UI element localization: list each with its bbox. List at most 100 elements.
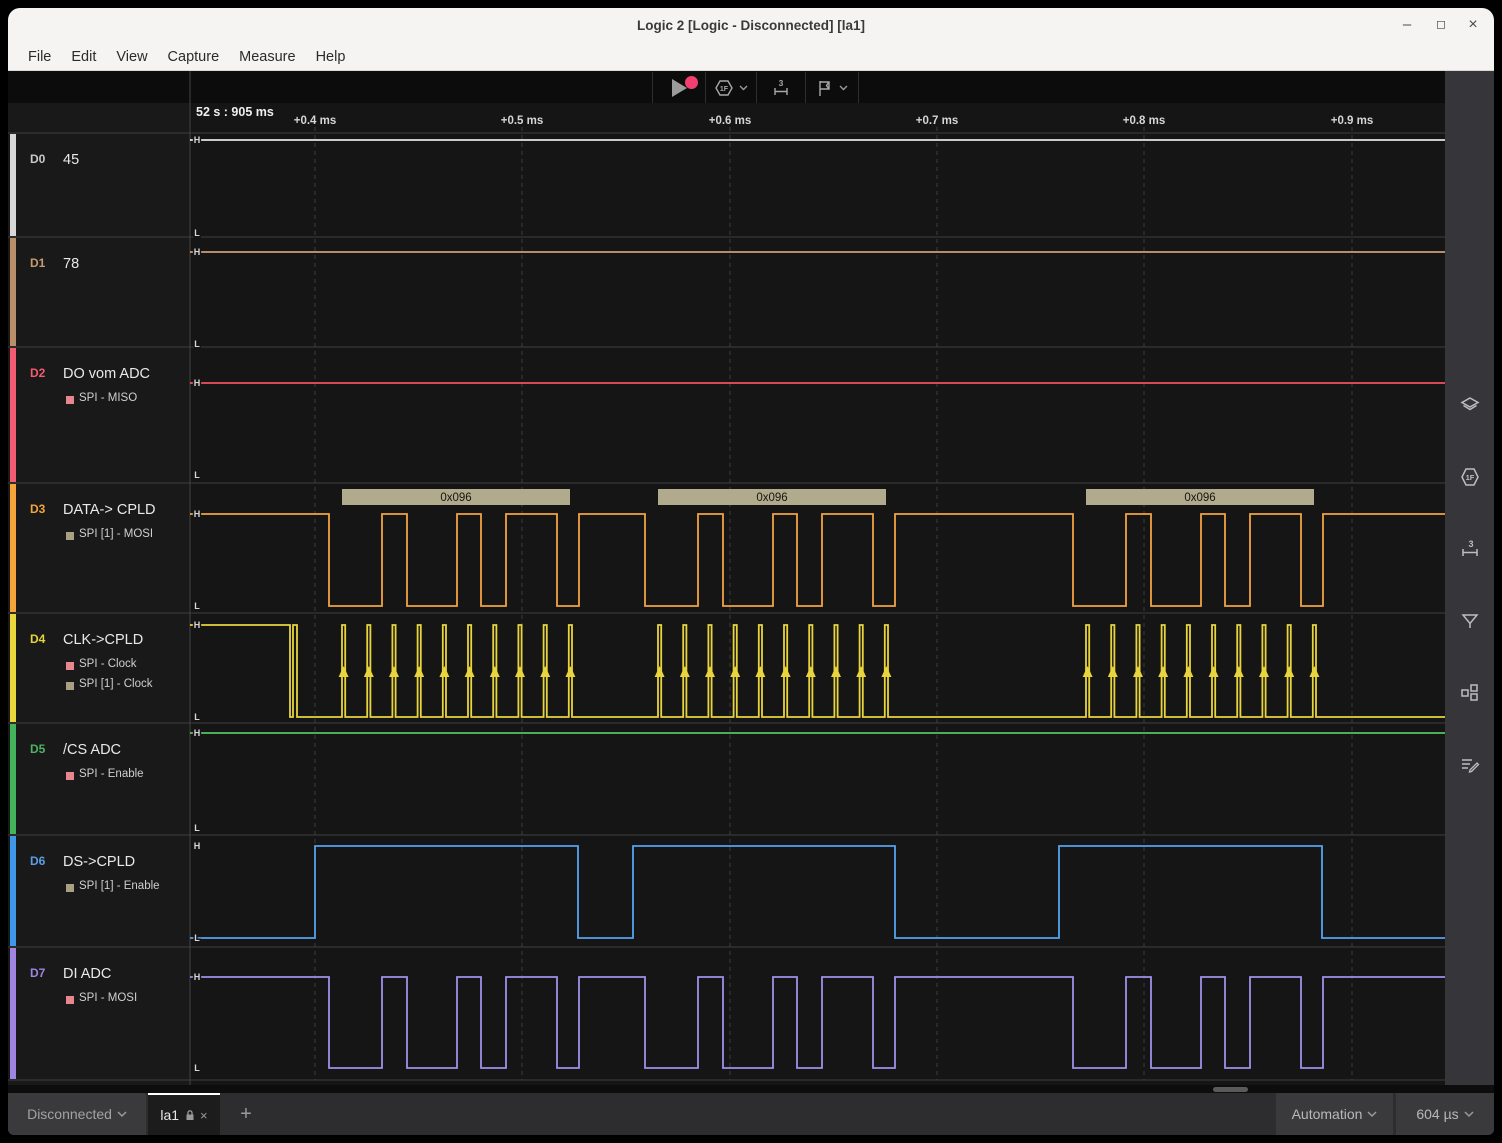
level-marker-L: L — [194, 228, 200, 238]
level-marker-H: H — [194, 378, 201, 388]
analyzer-label[interactable]: SPI - MOSI — [79, 992, 137, 1004]
rise-edge-marker — [339, 666, 349, 677]
rise-edge-marker — [680, 666, 690, 677]
rise-edge-marker — [655, 666, 665, 677]
channel-id-D5: D5 — [30, 742, 45, 756]
channel-strip-D0 — [10, 134, 16, 236]
analyzer-label[interactable]: SPI [1] - Clock — [79, 678, 153, 690]
analyzer-label[interactable]: SPI - MISO — [79, 392, 137, 404]
rise-edge-marker — [781, 666, 791, 677]
rise-edge-marker — [1234, 666, 1244, 677]
level-marker-H: H — [194, 728, 201, 738]
waveform-canvas[interactable]: HLHLHL0x0960x0960x096HLHLHLHLHL — [8, 8, 1494, 1135]
rise-edge-marker — [490, 666, 500, 677]
status-bar: Disconnected la1 × + Automation — [8, 1093, 1494, 1135]
channel-name-D6[interactable]: DS->CPLD — [63, 854, 135, 870]
new-tab-button[interactable]: + — [228, 1093, 264, 1135]
rise-edge-marker — [1133, 666, 1143, 677]
spi-result-value: 0x096 — [756, 492, 787, 504]
channel-name-D5[interactable]: /CS ADC — [63, 742, 121, 758]
rise-edge-marker — [1209, 666, 1219, 677]
chevron-down-icon — [117, 1111, 127, 1118]
spi-result-value: 0x096 — [440, 492, 471, 504]
rise-edge-marker — [1259, 666, 1269, 677]
waveform-D3[interactable] — [190, 514, 1445, 606]
logic2-window: Logic 2 [Logic - Disconnected] [la1] – ◻… — [8, 8, 1494, 1135]
rise-edge-marker — [439, 666, 449, 677]
channel-name-D2[interactable]: DO vom ADC — [63, 366, 150, 382]
close-tab-icon[interactable]: × — [200, 1108, 208, 1123]
analyzer-label[interactable]: SPI [1] - Enable — [79, 880, 160, 892]
channel-strip-D2 — [10, 348, 16, 482]
rise-edge-marker — [856, 666, 866, 677]
channel-id-D1: D1 — [30, 256, 45, 270]
channel-name-D0[interactable]: 45 — [63, 152, 79, 168]
chevron-down-icon — [1367, 1111, 1377, 1118]
level-marker-L: L — [194, 601, 200, 611]
channel-name-D4[interactable]: CLK->CPLD — [63, 632, 143, 648]
channel-name-D1[interactable]: 78 — [63, 256, 79, 272]
device-status-label: Disconnected — [27, 1106, 112, 1122]
rise-edge-marker — [1309, 666, 1319, 677]
level-marker-H: H — [194, 135, 201, 145]
rise-edge-marker — [755, 666, 765, 677]
level-marker-L: L — [194, 712, 200, 722]
rise-edge-marker — [414, 666, 424, 677]
level-marker-L: L — [194, 1063, 200, 1073]
device-status-dropdown[interactable]: Disconnected — [8, 1093, 146, 1135]
analyzer-label[interactable]: SPI [1] - MOSI — [79, 528, 153, 540]
level-marker-L: L — [194, 339, 200, 349]
rise-edge-marker — [465, 666, 475, 677]
rise-edge-marker — [515, 666, 525, 677]
channel-id-D6: D6 — [30, 854, 45, 868]
channel-strip-D1 — [10, 238, 16, 346]
waveform-D6[interactable] — [190, 846, 1445, 938]
app-screenshot: Logic 2 [Logic - Disconnected] [la1] – ◻… — [0, 0, 1502, 1143]
waveform-D4[interactable] — [190, 625, 1445, 717]
analyzer-swatch — [66, 396, 74, 404]
plot-bottom-gap — [8, 1085, 1494, 1093]
rise-edge-marker — [1284, 666, 1294, 677]
level-marker-L: L — [194, 470, 200, 480]
chevron-down-icon — [1464, 1111, 1474, 1118]
analyzer-swatch — [66, 996, 74, 1004]
level-marker-H: H — [194, 620, 201, 630]
level-marker-H: H — [194, 972, 201, 982]
level-marker-H: H — [194, 509, 201, 519]
waveform-D7[interactable] — [190, 977, 1445, 1068]
rise-edge-marker — [1083, 666, 1093, 677]
channel-id-D4: D4 — [30, 632, 45, 646]
rise-edge-marker — [705, 666, 715, 677]
analyzer-swatch — [66, 662, 74, 670]
rise-edge-marker — [806, 666, 816, 677]
channel-strip-D3 — [10, 484, 16, 612]
channel-id-D7: D7 — [30, 966, 45, 980]
tab-la1[interactable]: la1 × — [148, 1093, 220, 1135]
timescale-dropdown[interactable]: 604 µs — [1396, 1093, 1494, 1135]
channel-id-D3: D3 — [30, 502, 45, 516]
rise-edge-marker — [831, 666, 841, 677]
channel-id-D2: D2 — [30, 366, 45, 380]
rise-edge-marker — [1158, 666, 1168, 677]
analyzer-swatch — [66, 682, 74, 690]
tab-label: la1 — [160, 1107, 179, 1123]
channel-name-D3[interactable]: DATA-> CPLD — [63, 502, 156, 518]
rise-edge-marker — [881, 666, 891, 677]
rise-edge-marker — [389, 666, 399, 677]
channel-name-D7[interactable]: DI ADC — [63, 966, 111, 982]
rise-edge-marker — [1183, 666, 1193, 677]
channel-strip-D4 — [10, 614, 16, 722]
analyzer-label[interactable]: SPI - Enable — [79, 768, 144, 780]
rise-edge-marker — [1108, 666, 1118, 677]
level-marker-H: H — [194, 247, 201, 257]
channel-strip-D5 — [10, 724, 16, 834]
level-marker-L: L — [194, 823, 200, 833]
analyzer-swatch — [66, 532, 74, 540]
automation-dropdown[interactable]: Automation — [1276, 1093, 1393, 1135]
channel-id-D0: D0 — [30, 152, 45, 166]
horizontal-scrollbar[interactable] — [1213, 1087, 1248, 1092]
rise-edge-marker — [565, 666, 575, 677]
analyzer-swatch — [66, 772, 74, 780]
analyzer-label[interactable]: SPI - Clock — [79, 658, 137, 670]
rise-edge-marker — [364, 666, 374, 677]
